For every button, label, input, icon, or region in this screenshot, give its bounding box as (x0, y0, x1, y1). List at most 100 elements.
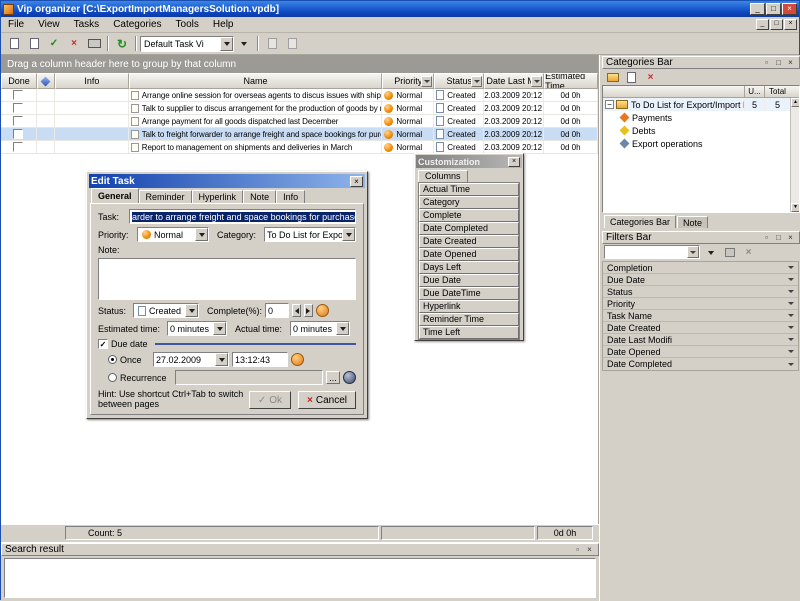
menu-help[interactable]: Help (206, 18, 241, 31)
column-item-date-opened[interactable]: Date Opened (419, 248, 519, 261)
ok-button[interactable]: ✓Ok (249, 391, 291, 409)
tree-item[interactable]: Export operations (603, 137, 799, 150)
complete-dial-icon[interactable] (316, 304, 329, 317)
table-row[interactable]: Arrange payment for all goods dispatched… (1, 115, 598, 128)
column-item-time-left[interactable]: Time Left (419, 326, 519, 339)
table-row[interactable]: Arrange online session for overseas agen… (1, 89, 598, 102)
maximize-icon[interactable]: □ (773, 58, 784, 68)
recurrence-radio[interactable] (108, 373, 117, 382)
done-checkbox[interactable] (13, 129, 23, 139)
title-bar[interactable]: Vip organizer [C:\ExportImportManagersSo… (1, 1, 799, 17)
maximize-icon[interactable]: □ (773, 233, 784, 243)
complete-task-button[interactable]: ✓ (44, 35, 64, 53)
column-header-status[interactable]: Status (434, 73, 484, 89)
filter-row-status[interactable]: Status (603, 286, 798, 298)
menu-view[interactable]: View (31, 18, 67, 31)
tab-reminder[interactable]: Reminder (139, 190, 192, 203)
estimated-time-combo[interactable]: 0 minutes (167, 321, 227, 336)
column-item-reminder-time[interactable]: Reminder Time (419, 313, 519, 326)
export-button[interactable] (282, 35, 302, 53)
due-time-input[interactable]: 13:12:43 (232, 352, 288, 367)
chevron-down-icon[interactable] (195, 228, 208, 241)
delete-task-button[interactable]: × (64, 35, 84, 53)
chevron-down-icon[interactable] (213, 322, 226, 335)
search-result-list[interactable] (4, 558, 596, 598)
due-date-checkbox[interactable]: ✓ (98, 339, 108, 349)
close-icon[interactable]: × (508, 157, 520, 167)
recurrence-browse-button[interactable]: ... (326, 371, 340, 384)
filter-row-date-opened[interactable]: Date Opened (603, 346, 798, 358)
due-date-picker[interactable]: 27.02.2009 (153, 352, 229, 367)
close-icon[interactable]: × (584, 545, 595, 555)
tab-general[interactable]: General (91, 188, 139, 203)
add-category-button[interactable] (604, 70, 621, 84)
delete-category-button[interactable]: × (642, 70, 659, 84)
clear-filter-button[interactable]: × (740, 245, 757, 259)
chevron-down-icon[interactable] (185, 304, 198, 317)
date-filter-icon[interactable] (531, 76, 542, 87)
priority-filter-icon[interactable] (421, 76, 432, 87)
customization-titlebar[interactable]: Customization × (416, 155, 522, 168)
column-item-date-completed[interactable]: Date Completed (419, 222, 519, 235)
menu-categories[interactable]: Categories (106, 18, 168, 31)
unread-column-header[interactable]: U... (744, 86, 764, 97)
filter-row-date-completed[interactable]: Date Completed (603, 358, 798, 370)
minimize-icon[interactable]: _ (750, 3, 765, 15)
collapse-icon[interactable]: − (605, 100, 614, 109)
chevron-down-icon[interactable] (687, 246, 699, 258)
column-header-info[interactable]: Info (55, 73, 129, 89)
status-combo[interactable]: Created (133, 303, 199, 318)
refresh-button[interactable]: ↻ (112, 35, 132, 53)
mdi-minimize-icon[interactable]: _ (756, 19, 769, 30)
edit-task-button[interactable] (24, 35, 44, 53)
column-item-hyperlink[interactable]: Hyperlink (419, 300, 519, 313)
tab-note[interactable]: Note (677, 216, 708, 228)
chevron-down-icon[interactable] (220, 37, 233, 51)
done-checkbox[interactable] (13, 103, 23, 113)
column-item-category[interactable]: Category (419, 196, 519, 209)
print-button[interactable] (84, 35, 104, 53)
complete-input[interactable]: 0 (265, 303, 289, 318)
pin-icon[interactable]: ▫ (761, 233, 772, 243)
close-icon[interactable]: × (785, 233, 796, 243)
column-item-due-date[interactable]: Due Date (419, 274, 519, 287)
column-item-complete[interactable]: Complete (419, 209, 519, 222)
scroll-down-icon[interactable]: ▼ (791, 203, 800, 212)
complete-decrement-button[interactable] (292, 304, 301, 317)
tab-categories-bar[interactable]: Categories Bar (604, 215, 676, 228)
edit-filter-button[interactable] (721, 245, 738, 259)
new-task-button[interactable] (4, 35, 24, 53)
edit-category-button[interactable] (623, 70, 640, 84)
filter-row-priority[interactable]: Priority (603, 298, 798, 310)
column-header-name[interactable]: Name (129, 73, 383, 89)
once-radio[interactable] (108, 355, 117, 364)
column-item-days-left[interactable]: Days Left (419, 261, 519, 274)
filter-row-date-last-modified[interactable]: Date Last Modifi (603, 334, 798, 346)
column-item-actual-time[interactable]: Actual Time (419, 183, 519, 196)
task-input[interactable]: arder to arrange freight and space booki… (129, 209, 356, 224)
chevron-down-icon[interactable] (336, 322, 349, 335)
column-header-flag[interactable] (37, 73, 55, 89)
close-icon[interactable]: × (350, 176, 363, 187)
filter-row-due-date[interactable]: Due Date (603, 274, 798, 286)
priority-combo[interactable]: Normal (137, 227, 209, 242)
table-row-selected[interactable]: Talk to freight forwarder to arrange fre… (1, 128, 598, 141)
chevron-down-icon[interactable] (215, 353, 228, 366)
done-checkbox[interactable] (13, 116, 23, 126)
apply-filter-button[interactable] (702, 245, 719, 259)
pin-icon[interactable]: ▫ (761, 58, 772, 68)
tab-hyperlink[interactable]: Hyperlink (192, 190, 244, 203)
done-checkbox[interactable] (13, 90, 23, 100)
column-item-due-datetime[interactable]: Due DateTime (419, 287, 519, 300)
menu-file[interactable]: File (1, 18, 31, 31)
pin-icon[interactable]: ▫ (572, 545, 583, 555)
column-item-date-created[interactable]: Date Created (419, 235, 519, 248)
scroll-up-icon[interactable]: ▲ (791, 98, 800, 107)
filter-row-task-name[interactable]: Task Name (603, 310, 798, 322)
tab-note[interactable]: Note (243, 190, 276, 203)
total-column-header[interactable]: Total (764, 86, 790, 97)
mdi-close-icon[interactable]: × (784, 19, 797, 30)
clock-icon[interactable] (291, 353, 304, 366)
status-filter-icon[interactable] (471, 76, 482, 87)
report-button[interactable] (262, 35, 282, 53)
